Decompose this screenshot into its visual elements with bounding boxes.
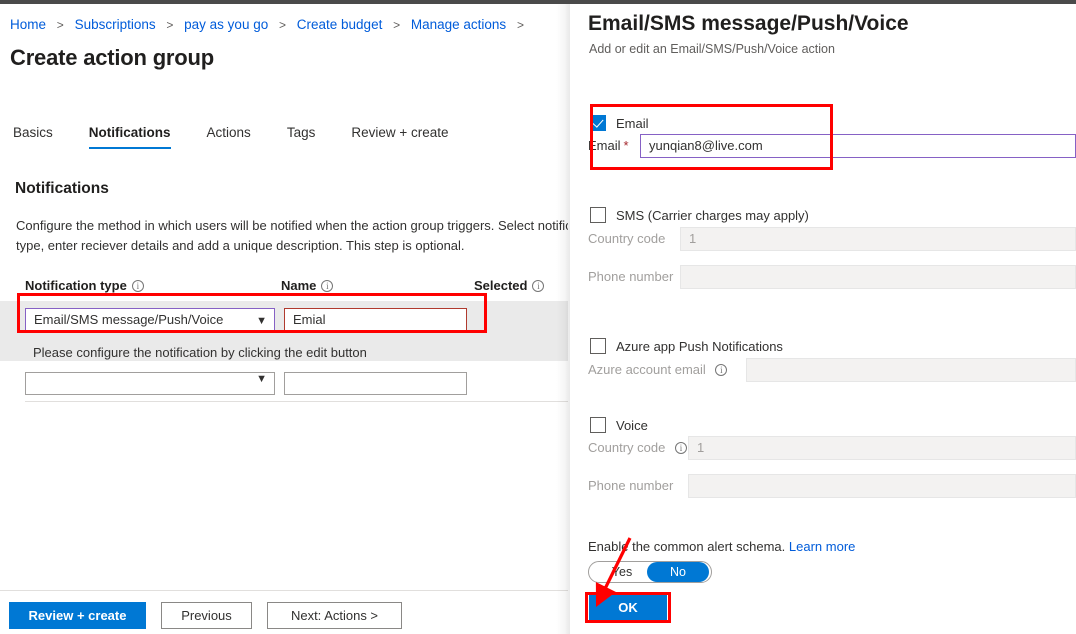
chevron-down-icon: ▼ bbox=[256, 373, 267, 385]
panel-subtitle: Add or edit an Email/SMS/Push/Voice acti… bbox=[589, 42, 835, 56]
notifications-table-header: Notification type i Name i Selected i bbox=[0, 278, 568, 296]
email-checkbox[interactable] bbox=[590, 115, 606, 131]
section-description: Configure the method in which users will… bbox=[16, 218, 568, 253]
push-account-email-label: Azure account email i bbox=[588, 362, 728, 377]
sms-country-code-value: 1 bbox=[689, 231, 697, 246]
breadcrumb-item-manage-actions[interactable]: Manage actions bbox=[411, 17, 506, 32]
column-header-selected: Selected i bbox=[474, 278, 545, 293]
push-checkbox[interactable] bbox=[590, 338, 606, 354]
breadcrumb: Home > Subscriptions > pay as you go > C… bbox=[10, 17, 531, 32]
sms-phone-number-label: Phone number bbox=[588, 269, 674, 284]
breadcrumb-separator-icon: > bbox=[393, 18, 401, 32]
wizard-footer: Review + create Previous Next: Actions > bbox=[0, 590, 568, 634]
common-alert-schema-text: Enable the common alert schema. bbox=[588, 539, 786, 554]
email-field-label-text: Email bbox=[588, 138, 621, 153]
breadcrumb-separator-icon: > bbox=[166, 18, 174, 32]
sms-phone-number-input[interactable] bbox=[680, 265, 1076, 289]
tab-actions[interactable]: Actions bbox=[189, 125, 269, 149]
email-input-value: yunqian8@live.com bbox=[649, 138, 763, 153]
notification-type-select-value: Email/SMS message/Push/Voice bbox=[34, 312, 224, 327]
breadcrumb-item-pay-as-you-go[interactable]: pay as you go bbox=[184, 17, 268, 32]
voice-phone-number-input[interactable] bbox=[688, 474, 1076, 498]
review-create-button[interactable]: Review + create bbox=[9, 602, 146, 629]
sms-country-code-input[interactable]: 1 bbox=[680, 227, 1076, 251]
info-icon[interactable]: i bbox=[532, 280, 545, 292]
push-checkbox-label: Azure app Push Notifications bbox=[616, 339, 783, 354]
sms-checkbox[interactable] bbox=[590, 207, 606, 223]
tab-notifications[interactable]: Notifications bbox=[71, 125, 189, 149]
panel-shadow bbox=[556, 4, 570, 634]
breadcrumb-separator-icon: > bbox=[56, 18, 64, 32]
notification-type-select[interactable]: Email/SMS message/Push/Voice ▼ bbox=[25, 308, 275, 332]
push-account-email-label-text: Azure account email bbox=[588, 362, 706, 377]
tab-basics[interactable]: Basics bbox=[13, 125, 71, 149]
notification-type-select-empty[interactable]: ▼ bbox=[25, 372, 275, 395]
breadcrumb-item-home[interactable]: Home bbox=[10, 17, 46, 32]
sms-country-code-label: Country code bbox=[588, 231, 666, 246]
breadcrumb-separator-icon: > bbox=[278, 18, 286, 32]
tab-review-create[interactable]: Review + create bbox=[333, 125, 466, 149]
email-sms-push-voice-panel: Email/SMS message/Push/Voice Add or edit… bbox=[570, 4, 1076, 634]
panel-title: Email/SMS message/Push/Voice bbox=[588, 12, 909, 35]
breadcrumb-item-subscriptions[interactable]: Subscriptions bbox=[75, 17, 156, 32]
required-asterisk: * bbox=[623, 138, 629, 153]
notification-configure-hint: Please configure the notification by cli… bbox=[33, 345, 367, 360]
notification-name-value: Emial bbox=[293, 312, 326, 327]
toggle-option-yes[interactable]: Yes bbox=[595, 562, 649, 582]
info-icon[interactable]: i bbox=[674, 442, 687, 454]
common-alert-schema-toggle[interactable]: Yes No bbox=[588, 561, 712, 583]
sms-checkbox-label: SMS (Carrier charges may apply) bbox=[616, 208, 809, 223]
notification-name-input[interactable]: Emial bbox=[284, 308, 467, 332]
next-actions-button[interactable]: Next: Actions > bbox=[267, 602, 402, 629]
previous-button[interactable]: Previous bbox=[161, 602, 252, 629]
column-header-notification-type: Notification type i bbox=[25, 278, 144, 293]
breadcrumb-separator-icon: > bbox=[516, 18, 524, 32]
toggle-option-no[interactable]: No bbox=[647, 562, 709, 582]
table-divider bbox=[25, 401, 568, 402]
voice-country-code-value: 1 bbox=[697, 440, 705, 455]
wizard-tabs: Basics Notifications Actions Tags Review… bbox=[13, 125, 467, 149]
breadcrumb-item-create-budget[interactable]: Create budget bbox=[297, 17, 383, 32]
chevron-down-icon: ▼ bbox=[256, 315, 267, 327]
info-icon[interactable]: i bbox=[715, 364, 728, 376]
ok-button[interactable]: OK bbox=[589, 595, 667, 620]
voice-country-code-input[interactable]: 1 bbox=[688, 436, 1076, 460]
column-header-notification-type-label: Notification type bbox=[25, 278, 127, 293]
info-icon[interactable]: i bbox=[321, 280, 334, 292]
voice-phone-number-label: Phone number bbox=[588, 478, 674, 493]
email-field-label: Email * bbox=[588, 138, 629, 153]
common-alert-schema-row: Enable the common alert schema. Learn mo… bbox=[588, 539, 855, 554]
voice-country-code-label: Country code i bbox=[588, 440, 687, 455]
voice-checkbox-label: Voice bbox=[616, 418, 648, 433]
column-header-name-label: Name bbox=[281, 278, 317, 293]
info-icon[interactable]: i bbox=[131, 280, 144, 292]
section-title: Notifications bbox=[15, 180, 109, 197]
voice-country-code-label-text: Country code bbox=[588, 440, 666, 455]
email-input[interactable]: yunqian8@live.com bbox=[640, 134, 1076, 158]
page-title: Create action group bbox=[10, 45, 215, 70]
learn-more-link[interactable]: Learn more bbox=[789, 539, 855, 554]
column-header-selected-label: Selected bbox=[474, 278, 528, 293]
tab-tags[interactable]: Tags bbox=[269, 125, 334, 149]
column-header-name: Name i bbox=[281, 278, 334, 293]
notification-name-input-empty[interactable] bbox=[284, 372, 467, 395]
email-checkbox-label: Email bbox=[616, 116, 649, 131]
app-root: Home > Subscriptions > pay as you go > C… bbox=[0, 0, 1076, 634]
create-action-group-page: Home > Subscriptions > pay as you go > C… bbox=[0, 4, 568, 634]
voice-checkbox[interactable] bbox=[590, 417, 606, 433]
push-account-email-input[interactable] bbox=[746, 358, 1076, 382]
